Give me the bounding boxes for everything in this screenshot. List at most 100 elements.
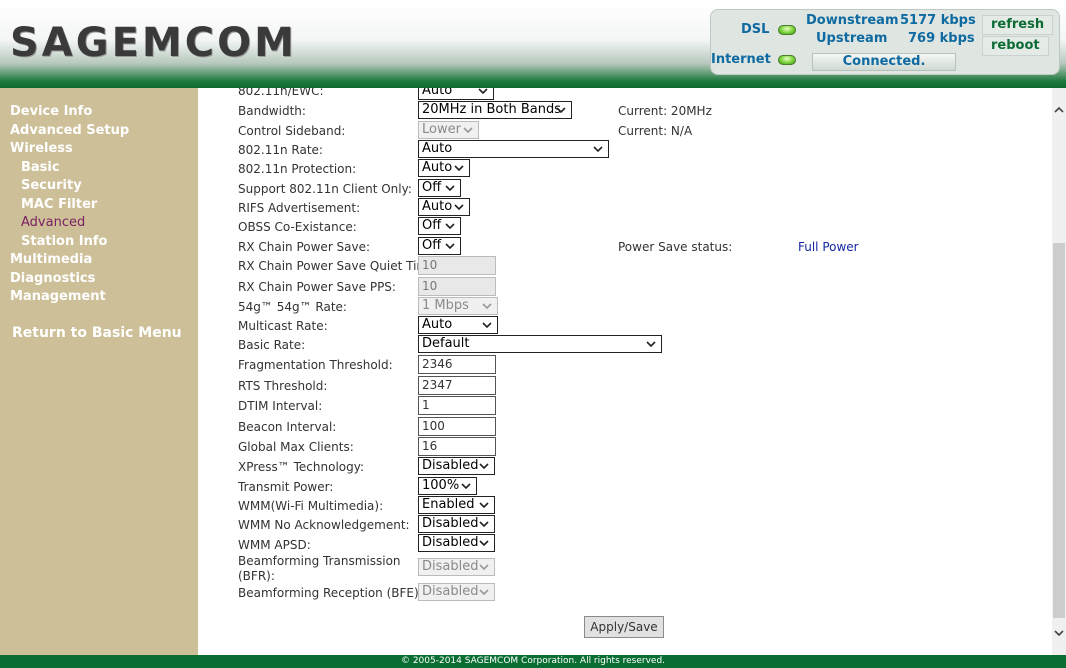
sagemcom-logo: SAGEMCOM (10, 20, 297, 66)
return-to-basic-menu-link[interactable]: Return to Basic Menu (12, 325, 182, 341)
chevron-down-icon (454, 165, 464, 172)
label-rx-power-save: RX Chain Power Save: (238, 240, 371, 254)
chevron-down-icon (479, 463, 489, 470)
chevron-down-icon (479, 564, 489, 571)
label-n-rate: 802.11n Rate: (238, 143, 323, 157)
rx-power-save-select[interactable]: Off (418, 237, 461, 255)
dsl-label: DSL (741, 22, 770, 37)
label-n-protection: 802.11n Protection: (238, 162, 357, 176)
nav-multimedia[interactable]: Multimedia (10, 252, 92, 267)
obss-select[interactable]: Off (418, 217, 461, 235)
label-bfr-line2: (BFR): (238, 569, 275, 583)
nav-wireless-station-info[interactable]: Station Info (21, 234, 107, 249)
chevron-down-icon (479, 521, 489, 528)
chevron-down-icon[interactable] (1053, 627, 1065, 639)
chevron-down-icon (445, 185, 455, 192)
nav-wireless-basic[interactable]: Basic (21, 160, 60, 175)
label-rx-pps: RX Chain Power Save PPS: (238, 280, 396, 294)
multicast-rate-select[interactable]: Auto (418, 316, 498, 334)
nav-diagnostics[interactable]: Diagnostics (10, 271, 95, 286)
label-basic-rate: Basic Rate: (238, 338, 306, 352)
chevron-down-icon (463, 127, 473, 134)
chevron-down-icon (461, 483, 471, 490)
nav-wireless-security[interactable]: Security (21, 178, 82, 193)
label-bfr-line1: Beamforming Transmission (238, 554, 401, 568)
nav-management[interactable]: Management (10, 289, 106, 304)
label-wmm-apsd: WMM APSD: (238, 538, 311, 552)
chevron-up-icon[interactable] (1053, 104, 1065, 116)
label-xpress: XPress™ Technology: (238, 460, 365, 474)
chevron-down-icon (593, 146, 603, 153)
control-sideband-select: Lower (418, 121, 479, 139)
control-sideband-current: Current: N/A (618, 124, 693, 138)
nav-wireless-mac-filter[interactable]: MAC Filter (21, 197, 97, 212)
chevron-down-icon (445, 223, 455, 230)
bandwidth-select[interactable]: 20MHz in Both Bands (418, 101, 572, 119)
chevron-down-icon (556, 107, 566, 114)
label-rifs: RIFS Advertisement: (238, 201, 361, 215)
nav-wireless-advanced[interactable]: Advanced (21, 215, 85, 230)
ewc-select[interactable]: Auto (418, 88, 494, 100)
footer-copyright: © 2005-2014 SAGEMCOM Corporation. All ri… (0, 655, 1066, 668)
sidebar: Device Info Advanced Setup Wireless Basi… (0, 88, 198, 655)
frag-threshold-input[interactable]: 2346 (418, 355, 496, 374)
chevron-down-icon (482, 303, 492, 310)
chevron-down-icon (646, 341, 656, 348)
dtim-input[interactable]: 1 (418, 396, 496, 415)
reboot-button[interactable]: reboot (982, 36, 1049, 56)
label-frag-threshold: Fragmentation Threshold: (238, 358, 393, 372)
label-g-rate: 54g™ 54g™ Rate: (238, 300, 347, 314)
beacon-interval-input[interactable]: 100 (418, 417, 496, 436)
label-beacon: Beacon Interval: (238, 420, 337, 434)
label-bfe: Beamforming Reception (BFE): (238, 586, 423, 600)
chevron-down-icon (479, 502, 489, 509)
chevron-down-icon (445, 243, 455, 250)
label-tx-power: Transmit Power: (238, 480, 334, 494)
internet-led-icon (778, 55, 796, 65)
dsl-led-icon (778, 25, 796, 35)
vertical-scrollbar[interactable] (1052, 88, 1066, 655)
n-protection-select[interactable]: Auto (418, 159, 470, 177)
n-client-only-select[interactable]: Off (418, 179, 461, 197)
rifs-select[interactable]: Auto (418, 198, 470, 216)
xpress-select[interactable]: Disabled (418, 457, 495, 475)
label-rts-threshold: RTS Threshold: (238, 379, 328, 393)
rts-threshold-input[interactable]: 2347 (418, 376, 496, 395)
label-wmm-noack: WMM No Acknowledgement: (238, 518, 410, 532)
rx-quiet-time-input: 10 (418, 256, 496, 275)
label-ewc: 802.11n/EWC: (238, 88, 324, 98)
chevron-down-icon (479, 540, 489, 547)
nav-wireless[interactable]: Wireless (10, 141, 73, 156)
label-bandwidth: Bandwidth: (238, 104, 306, 118)
upstream-label: Upstream (816, 31, 888, 46)
g-rate-select: 1 Mbps (418, 297, 498, 315)
apply-save-button[interactable]: Apply/Save (584, 616, 664, 638)
power-save-status-label: Power Save status: (618, 240, 733, 254)
label-wmm: WMM(Wi-Fi Multimedia): (238, 499, 384, 513)
label-rx-quiet-time: RX Chain Power Save Quiet Time: (238, 259, 440, 273)
internet-label: Internet (711, 52, 771, 67)
nav-advanced-setup[interactable]: Advanced Setup (10, 123, 129, 138)
label-dtim: DTIM Interval: (238, 399, 323, 413)
n-rate-select[interactable]: Auto (418, 140, 609, 158)
scrollbar-thumb[interactable] (1053, 243, 1065, 618)
bandwidth-current: Current: 20MHz (618, 104, 712, 118)
refresh-button[interactable]: refresh (982, 15, 1054, 35)
label-obss: OBSS Co-Existance: (238, 220, 357, 234)
tx-power-select[interactable]: 100% (418, 477, 477, 495)
label-multicast-rate: Multicast Rate: (238, 319, 328, 333)
nav-device-info[interactable]: Device Info (10, 104, 92, 119)
max-clients-input[interactable]: 16 (418, 437, 496, 456)
wmm-apsd-select[interactable]: Disabled (418, 534, 495, 552)
wmm-select[interactable]: Enabled (418, 496, 495, 514)
basic-rate-select[interactable]: Default (418, 335, 662, 353)
label-n-client-only: Support 802.11n Client Only: (238, 182, 412, 196)
downstream-value: 5177 kbps (900, 13, 976, 28)
advanced-wireless-form: 802.11n/EWC: Auto Bandwidth: 20MHz in Bo… (198, 88, 1052, 655)
label-control-sideband: Control Sideband: (238, 124, 346, 138)
header: SAGEMCOM DSL Internet Downstream 5177 kb… (0, 0, 1066, 88)
upstream-value: 769 kbps (908, 31, 975, 46)
wmm-noack-select[interactable]: Disabled (418, 515, 495, 533)
rx-pps-input: 10 (418, 277, 496, 296)
bfr-select: Disabled (418, 558, 495, 576)
